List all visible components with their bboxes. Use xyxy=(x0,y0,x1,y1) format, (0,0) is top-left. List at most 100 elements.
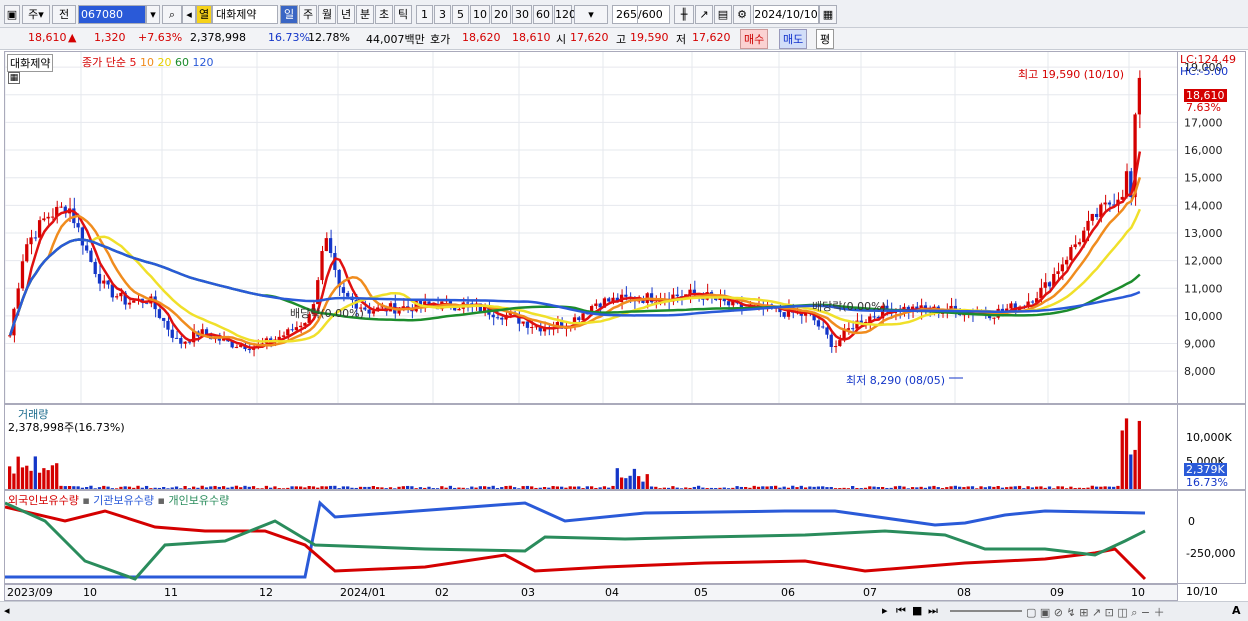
num-3[interactable]: 3 xyxy=(434,5,451,24)
volume-bar xyxy=(936,487,940,489)
institution-label: 기관보유수량 xyxy=(93,494,155,507)
text-tool-icon[interactable]: A xyxy=(1232,604,1241,617)
volume-bar xyxy=(204,487,209,489)
code-input[interactable]: 067080 xyxy=(78,5,146,24)
volume-value: 2,378,998주(16.73%) xyxy=(8,421,125,434)
gear-icon[interactable]: ⚙ xyxy=(733,5,751,24)
scroll-bar[interactable]: ◂ ▸ ⏮ ■ ⏭ ▢ ▣ ⊘ ↯ ⊞ ↗ ⊡ ◫ ⌕ − ＋ A xyxy=(0,601,1248,621)
period-second[interactable]: 초 xyxy=(375,5,393,24)
rewind-icon[interactable]: ⏮ xyxy=(896,604,906,618)
price-pane[interactable] xyxy=(4,50,1178,404)
custom-period-select[interactable]: ▾ xyxy=(574,5,608,24)
candle-body xyxy=(286,329,290,336)
candle-body xyxy=(821,326,825,328)
volume-bar xyxy=(602,486,607,489)
num-60[interactable]: 60 xyxy=(533,5,553,24)
volume-bar xyxy=(226,487,230,489)
volume-bar xyxy=(337,488,341,489)
calendar-icon[interactable]: ▦ xyxy=(819,5,837,24)
stop-icon[interactable]: ■ xyxy=(912,604,922,617)
candle-body xyxy=(281,335,286,337)
x-axis: 2023/09 10 11 12 2024/01 02 03 04 05 06 07 08 09 10 xyxy=(4,584,1178,601)
volume-bar xyxy=(1129,454,1133,489)
num-120[interactable]: 120 xyxy=(554,5,576,24)
volume-bar xyxy=(127,486,132,489)
layout-icon[interactable]: ▣ xyxy=(4,5,20,24)
speaker-icon[interactable]: ◂ xyxy=(182,5,196,24)
type-select[interactable]: 전 xyxy=(52,5,76,24)
ma20-label: 20 xyxy=(157,56,172,69)
open-label: 시 xyxy=(556,33,567,46)
buy-button[interactable]: 매수 xyxy=(740,29,769,49)
count-input[interactable]: 265 xyxy=(612,5,638,24)
candle-body xyxy=(298,325,303,328)
volume-bar xyxy=(846,488,851,489)
candle-body xyxy=(76,223,80,228)
date-input[interactable]: 2024/10/10 xyxy=(753,5,819,24)
volume-bar xyxy=(765,486,769,489)
volume-bar xyxy=(328,485,333,489)
volume-bar xyxy=(983,487,987,489)
forward-icon[interactable]: ⏭ xyxy=(928,604,938,618)
institution-line xyxy=(5,500,1146,579)
candle-body xyxy=(119,292,123,297)
num-1[interactable]: 1 xyxy=(416,5,433,24)
play-icon[interactable]: ▸ xyxy=(882,604,888,617)
volume-bar xyxy=(1107,486,1112,489)
volume-bar xyxy=(902,486,906,489)
volume-bar xyxy=(106,486,110,489)
eval-button[interactable]: 평 xyxy=(816,29,835,49)
num-20[interactable]: 20 xyxy=(491,5,511,24)
table-icon[interactable]: ▦ xyxy=(8,72,20,84)
chart-tools-icon[interactable]: ▢ ▣ ⊘ ↯ ⊞ ↗ ⊡ ◫ ⌕ − ＋ xyxy=(1026,604,1165,620)
volume-bar xyxy=(910,487,915,489)
volume-tick-10000k: 10,000K xyxy=(1186,431,1232,444)
volume-bar xyxy=(987,486,992,489)
period-month[interactable]: 월 xyxy=(318,5,336,24)
search-icon[interactable]: ⌕ xyxy=(162,5,182,24)
volume-bar xyxy=(59,485,63,489)
candle-body xyxy=(290,329,294,331)
scroll-left-icon[interactable]: ◂ xyxy=(4,604,10,617)
period-tick[interactable]: 틱 xyxy=(394,5,412,24)
num-30[interactable]: 30 xyxy=(512,5,532,24)
volume-bar xyxy=(102,485,106,489)
current-price: 18,610 xyxy=(28,31,67,44)
period-day[interactable]: 일 xyxy=(280,5,298,24)
volume-bar xyxy=(662,487,667,489)
code-dropdown-icon[interactable]: ▾ xyxy=(146,5,160,24)
volume-bar xyxy=(1000,487,1005,489)
volume-bar xyxy=(756,486,761,489)
candle-body xyxy=(102,280,106,284)
price-chart[interactable] xyxy=(4,50,1177,403)
volume-chart[interactable] xyxy=(5,405,1177,489)
volume-bar xyxy=(889,487,893,489)
candle-icon[interactable]: ╫ xyxy=(674,5,694,24)
period-minute[interactable]: 분 xyxy=(356,5,374,24)
volume-bar xyxy=(525,485,530,489)
volume-bar xyxy=(996,485,1000,489)
draw-tool-icon[interactable]: ↗ xyxy=(695,5,713,24)
period-year[interactable]: 년 xyxy=(337,5,355,24)
volume-bar xyxy=(825,487,829,489)
sell-button[interactable]: 매도 xyxy=(779,29,808,49)
price-tick-label: 9,000 xyxy=(1184,338,1216,351)
num-10[interactable]: 10 xyxy=(470,5,490,24)
zoom-slider[interactable] xyxy=(950,610,1022,612)
volume-bar xyxy=(1060,486,1064,489)
period-week[interactable]: 주 xyxy=(299,5,317,24)
volume-pane[interactable] xyxy=(4,404,1178,490)
candle-body xyxy=(1103,202,1107,205)
num-5[interactable]: 5 xyxy=(452,5,469,24)
volume-bar xyxy=(632,468,637,489)
volume-bar xyxy=(598,487,602,489)
market-select[interactable]: 주▾ xyxy=(22,5,50,24)
volume-bar xyxy=(949,486,953,489)
volume-bar xyxy=(795,487,799,489)
stock-name[interactable]: 대화제약 xyxy=(212,5,278,24)
save-icon[interactable]: ▤ xyxy=(714,5,732,24)
x-axis-label: 05 xyxy=(694,586,708,599)
candle-body xyxy=(85,245,89,251)
hc-label: HC:-5.00 xyxy=(1180,65,1229,78)
volume-bar xyxy=(333,485,337,489)
